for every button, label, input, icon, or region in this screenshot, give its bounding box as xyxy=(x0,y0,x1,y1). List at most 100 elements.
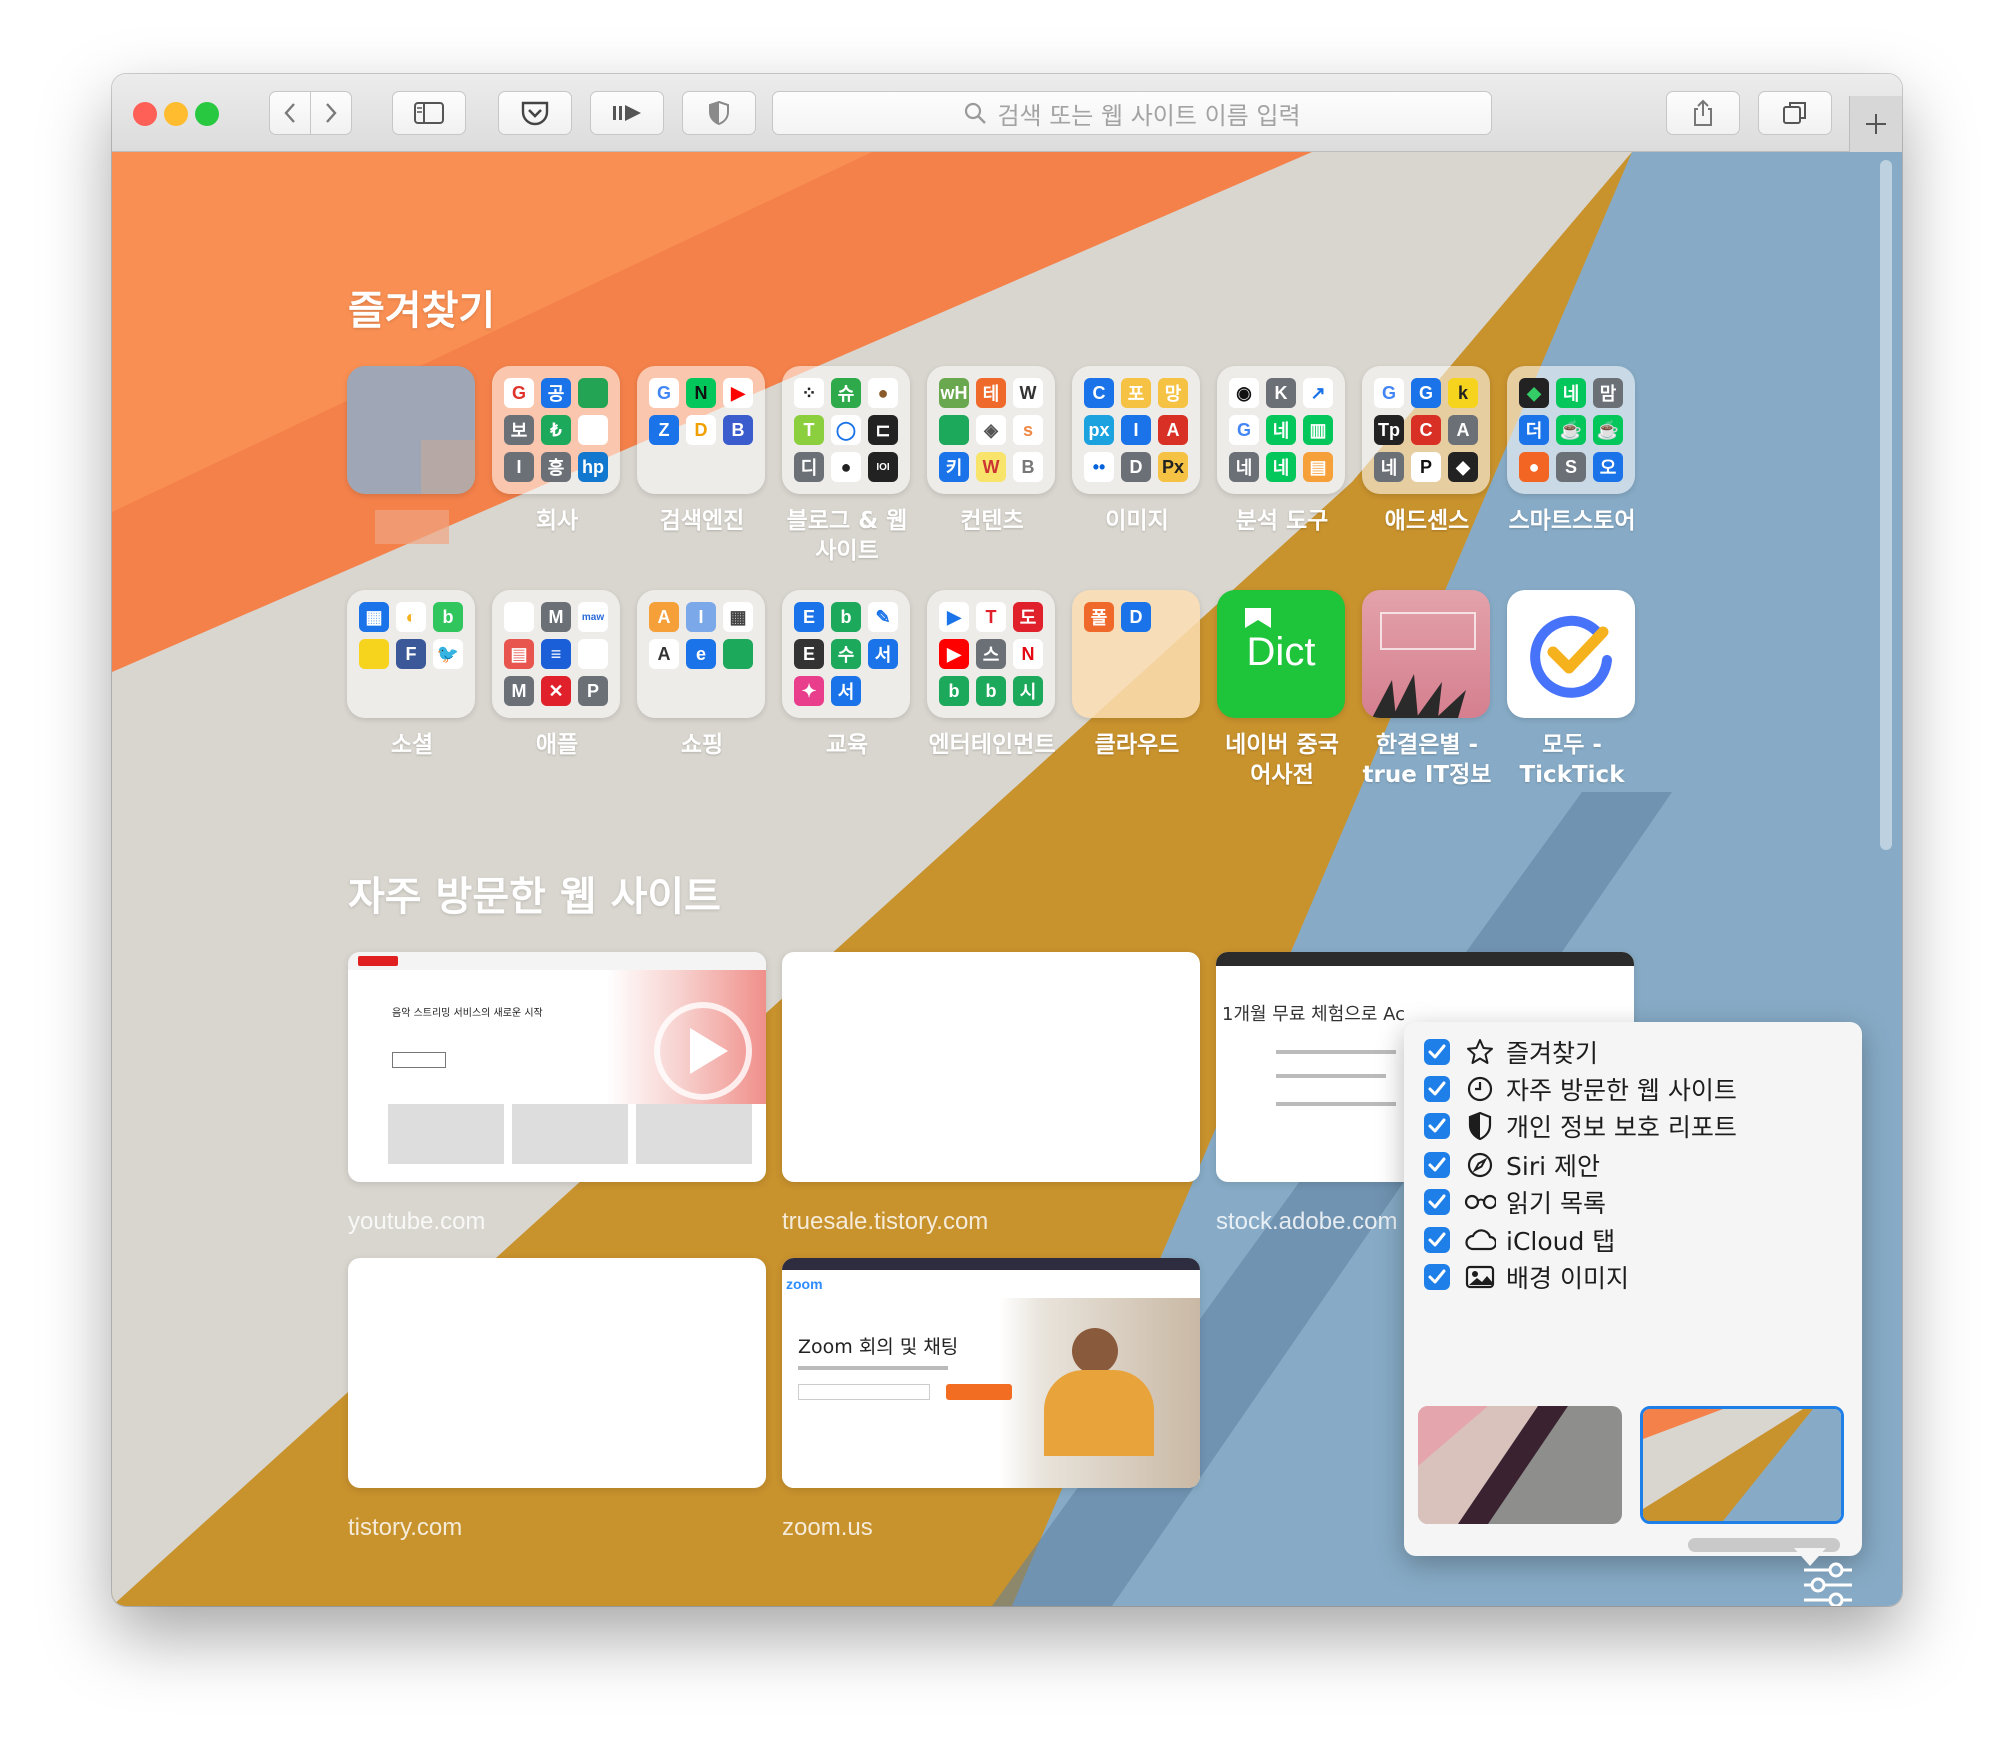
thumbnail-text: 1개월 무료 체험으로 Ac xyxy=(1222,1004,1405,1025)
zoom-window-button[interactable] xyxy=(195,102,219,126)
favorite-folder-analytics[interactable]: ◉ K ↗ G 네 ▥ 네 네 ▤ 분석 도구 xyxy=(1217,366,1347,536)
favorite-folder-apple[interactable]: Mmaw ▤ ≡ M ✕ P 애플 xyxy=(492,590,622,760)
reader-button[interactable] xyxy=(590,91,664,135)
checkbox[interactable] xyxy=(1424,1113,1450,1139)
favorite-site-tile xyxy=(1507,590,1635,718)
site-mini-icon xyxy=(939,415,969,445)
site-mini-icon: ₺ xyxy=(541,415,571,445)
popover-option[interactable]: 자주 방문한 웹 사이트 xyxy=(1424,1069,1737,1109)
favorite-label: 소셜 xyxy=(390,732,434,758)
favorite-folder-search-engines[interactable]: G N ▶ Z D B 검색엔진 xyxy=(637,366,767,536)
frequent-site-youtube[interactable]: 음악 스트리밍 서비스의 새로운 시작 youtube.com xyxy=(348,952,766,1236)
favorite-folder-cloud[interactable]: 폴 D 클라우드 xyxy=(1072,590,1202,760)
site-label: zoom.us xyxy=(782,1514,873,1541)
customize-button[interactable] xyxy=(1802,1562,1854,1606)
back-button[interactable] xyxy=(269,91,311,135)
favorite-naver-dict[interactable]: Dict 네이버 중국어사전 xyxy=(1217,590,1347,790)
checkbox[interactable] xyxy=(1424,1076,1450,1102)
favorite-label: 엔터테인먼트 xyxy=(928,732,1056,758)
site-mini-icon: E xyxy=(794,639,824,669)
site-mini-icon: b xyxy=(831,602,861,632)
frequent-site-zoom[interactable]: zoom Zoom 회의 및 채팅 zoom.us xyxy=(782,1258,1200,1542)
favorite-folder-tile: 폴D xyxy=(1072,590,1200,718)
close-window-button[interactable] xyxy=(133,102,157,126)
checkbox[interactable] xyxy=(1424,1227,1450,1253)
frequent-site-tistory[interactable]: tistory.com xyxy=(348,1258,766,1542)
site-mini-icon: ▦ xyxy=(723,602,753,632)
favorite-folder-contents[interactable]: wH 테 W ◈ s 키 W B 컨텐츠 xyxy=(927,366,1057,536)
pocket-icon xyxy=(521,101,549,126)
privacy-report-button[interactable] xyxy=(682,91,756,135)
site-mini-icon: ▤ xyxy=(1303,452,1333,482)
site-mini-icon: ↗ xyxy=(1303,378,1333,408)
popover-option[interactable]: iCloud 탭 xyxy=(1424,1220,1615,1260)
checkbox[interactable] xyxy=(1424,1039,1450,1065)
text-line xyxy=(1276,1074,1386,1078)
popover-option[interactable]: 개인 정보 보호 리포트 xyxy=(1424,1106,1737,1146)
address-bar[interactable]: 검색 또는 웹 사이트 이름 입력 xyxy=(772,91,1492,135)
site-mini-icon: W xyxy=(976,452,1006,482)
favorite-folder-shopping[interactable]: A I ▦ Ae 쇼핑 xyxy=(637,590,767,760)
site-mini-icon: wH xyxy=(939,378,969,408)
favorite-site-tile xyxy=(1362,590,1490,718)
favorite-folder-blogs[interactable]: ⁘ 슈 ● T ◯ ⊏ 디 ● IOI 블로그 & 웹 사이트 xyxy=(782,366,912,566)
share-button[interactable] xyxy=(1666,91,1740,135)
favorite-folder-smartstore[interactable]: ◆ 네 맘 더 ☕ ☕ ● S 오 스마트스토어 xyxy=(1507,366,1637,536)
favorite-folder-tile: Eb ✎ E 수 서 ✦ 서 xyxy=(782,590,910,718)
forward-button[interactable] xyxy=(310,91,352,135)
frequent-title: 자주 방문한 웹 사이트 xyxy=(348,874,721,920)
frequent-site-truesale[interactable]: truesale.tistory.com xyxy=(782,952,1200,1236)
site-mini-icon: ✎ xyxy=(868,602,898,632)
tabs-icon xyxy=(1783,102,1806,124)
tab-overview-button[interactable] xyxy=(1758,91,1832,135)
site-mini-icon: px xyxy=(1084,415,1114,445)
site-mini-icon: k xyxy=(1448,378,1478,408)
favorite-folder-social[interactable]: ▦ ◐ b F 🐦 소셜 xyxy=(347,590,477,760)
sidebar-button[interactable] xyxy=(392,91,466,135)
favorite-item[interactable] xyxy=(347,366,477,544)
site-mini-icon: Z xyxy=(649,415,679,445)
site-mini-icon: ▤ xyxy=(504,639,534,669)
favorites-title: 즐겨찾기 xyxy=(348,288,496,334)
background-option-2-selected[interactable] xyxy=(1640,1406,1844,1524)
favorite-folder-entertainment[interactable]: ▶ T 도 ▶ 스 Nb b 시 엔터테인먼트 xyxy=(927,590,1057,760)
site-mini-icon: 서 xyxy=(831,676,861,706)
site-mini-icon: S xyxy=(1556,452,1586,482)
checkbox[interactable] xyxy=(1424,1152,1450,1178)
start-page: 즐겨찾기 G 공 보 ₺ I 흥 hp 회사 G N ▶ Z D B 검색엔진 ⁘ 슈 ● T ◯ ⊏ 디 ● IOI 블로… xyxy=(112,152,1902,1606)
background-option-1[interactable] xyxy=(1418,1406,1622,1524)
site-mini-icon: ◆ xyxy=(1448,452,1478,482)
site-mini-icon: T xyxy=(794,415,824,445)
favorite-label: 클라우드 xyxy=(1094,732,1180,758)
scrollbar[interactable] xyxy=(1880,160,1892,850)
favorite-label: 애드센스 xyxy=(1384,508,1470,534)
site-mini-icon: ● xyxy=(831,452,861,482)
favorite-ticktick[interactable]: 모두 - TickTick xyxy=(1507,590,1637,790)
popover-option[interactable]: Siri 제안 xyxy=(1424,1145,1600,1185)
site-mini-icon: ⁘ xyxy=(794,378,824,408)
favorite-folder-education[interactable]: Eb ✎ E 수 서 ✦ 서 교육 xyxy=(782,590,912,760)
favorite-folder-tile: A I ▦ Ae xyxy=(637,590,765,718)
favorite-hangyeol-blog[interactable]: 한결은별 - true IT정보 xyxy=(1362,590,1492,790)
popover-option[interactable]: 배경 이미지 xyxy=(1424,1257,1629,1297)
thumbnail-block xyxy=(421,440,475,494)
minimize-window-button[interactable] xyxy=(164,102,188,126)
favorite-folder-tile: ▦ ◐ b F 🐦 xyxy=(347,590,475,718)
checkbox[interactable] xyxy=(1424,1189,1450,1215)
site-mini-icon: ☕ xyxy=(1593,415,1623,445)
pocket-button[interactable] xyxy=(498,91,572,135)
site-mini-icon: 수 xyxy=(831,639,861,669)
favorite-folder-adsense[interactable]: G Gk Tp C A 네 P ◆ 애드센스 xyxy=(1362,366,1492,536)
site-mini-icon: 슈 xyxy=(831,378,861,408)
favorite-folder-company[interactable]: G 공 보 ₺ I 흥 hp 회사 xyxy=(492,366,622,536)
new-tab-button[interactable] xyxy=(1849,96,1902,152)
checkbox[interactable] xyxy=(1424,1264,1450,1290)
popover-option[interactable]: 읽기 목록 xyxy=(1424,1182,1606,1222)
site-mini-icon xyxy=(504,602,534,632)
popover-option[interactable]: 즐겨찾기 xyxy=(1424,1032,1598,1072)
favorite-folder-images[interactable]: C 포 망 px I A •• D Px 이미지 xyxy=(1072,366,1202,536)
video-placeholder xyxy=(636,1104,752,1164)
favorite-folder-tile: G Gk Tp C A 네 P ◆ xyxy=(1362,366,1490,494)
site-mini-icon: 네 xyxy=(1229,452,1259,482)
site-mini-icon: 🐦 xyxy=(433,639,463,669)
